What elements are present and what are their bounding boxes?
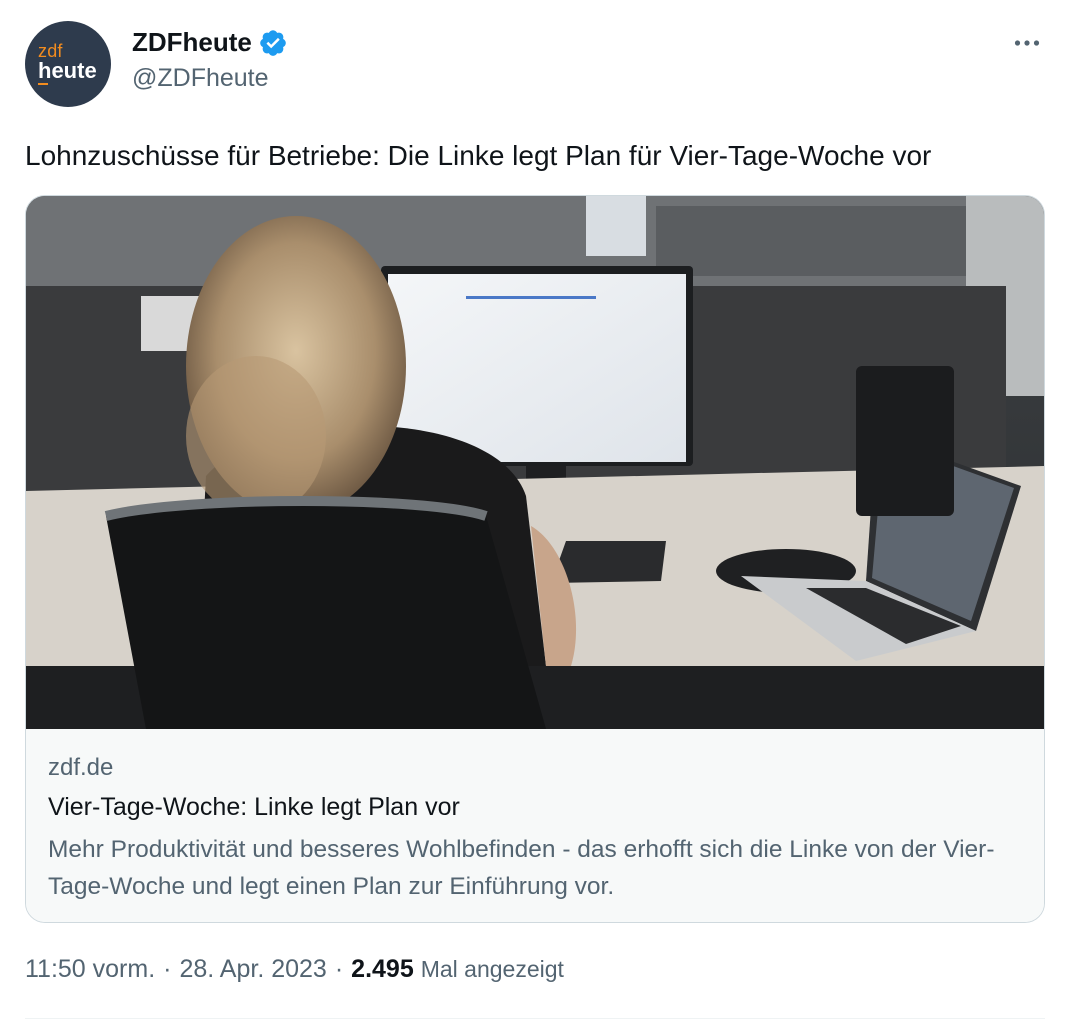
link-card-title: Vier-Tage-Woche: Linke legt Plan vor bbox=[48, 793, 460, 821]
tweet: zdf heute ZDFheute @ZDFheute Lohnzuschüs… bbox=[0, 0, 1070, 1036]
link-card-image[interactable] bbox=[26, 196, 1045, 729]
views-count: 2.495 bbox=[351, 955, 414, 983]
tweet-time[interactable]: 11:50 vorm. bbox=[25, 955, 155, 984]
verified-badge-icon[interactable] bbox=[258, 28, 288, 58]
author-name-row: ZDFheute bbox=[132, 27, 288, 58]
tweet-meta: 11:50 vorm. · 28. Apr. 2023 · 2.495 Mal … bbox=[25, 955, 564, 984]
meta-separator: · bbox=[163, 955, 172, 983]
tweet-date[interactable]: 28. Apr. 2023 bbox=[179, 955, 326, 984]
link-card-domain: zdf.de bbox=[48, 754, 114, 781]
author-display-name[interactable]: ZDFheute bbox=[132, 27, 252, 58]
divider bbox=[25, 1018, 1045, 1019]
more-horizontal-icon bbox=[1014, 40, 1040, 46]
avatar[interactable]: zdf heute bbox=[25, 21, 111, 107]
link-card-footer[interactable]: zdf.de Vier-Tage-Woche: Linke legt Plan … bbox=[26, 729, 1044, 922]
tweet-text: Lohnzuschüsse für Betriebe: Die Linke le… bbox=[25, 140, 932, 171]
views-label: Mal angezeigt bbox=[420, 956, 564, 982]
more-options-button[interactable] bbox=[1012, 28, 1042, 58]
link-card-description: Mehr Produktivität und besseres Wohlbefi… bbox=[48, 836, 995, 900]
avatar-logo-heute: heute bbox=[38, 58, 97, 83]
link-card[interactable]: zdf.de Vier-Tage-Woche: Linke legt Plan … bbox=[25, 195, 1045, 923]
avatar-logo-underline bbox=[38, 83, 48, 85]
meta-separator: · bbox=[334, 955, 344, 983]
author-handle[interactable]: @ZDFheute bbox=[132, 64, 269, 93]
